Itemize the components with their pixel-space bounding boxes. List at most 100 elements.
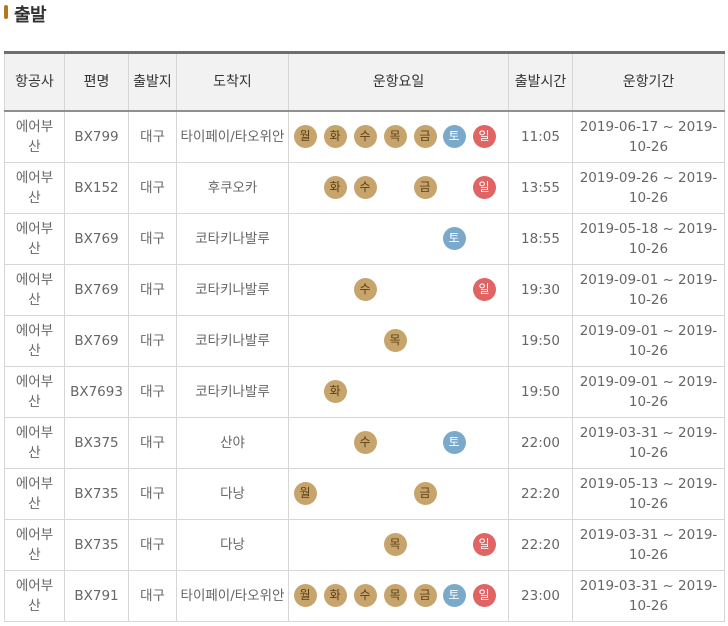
operating-period-cell: 2019-06-17 ~ 2019-10-26: [572, 110, 725, 163]
table-row: 에어부산BX7693대구코타키나발루월화수목금토일19:502019-09-01…: [4, 366, 725, 418]
day-badges: 월화수목금토일: [294, 329, 504, 353]
day-badge: 토: [442, 227, 466, 250]
flight-number-cell: BX375: [64, 417, 129, 469]
table-row: 에어부산BX769대구코타키나발루월화수목금토일18:552019-05-18 …: [4, 213, 725, 265]
flight-number-cell: BX735: [64, 519, 129, 571]
destination-cell: 코타키나발루: [176, 315, 289, 367]
day-badge: 화: [323, 176, 347, 199]
operating-period-cell: 2019-09-01 ~ 2019-10-26: [572, 315, 725, 367]
destination-cell: 코타키나발루: [176, 366, 289, 418]
day-badge: 금: [413, 584, 437, 607]
destination-cell: 후쿠오카: [176, 162, 289, 214]
day-badge: 수: [353, 584, 377, 607]
header-airline: 항공사: [4, 52, 65, 112]
header-departure-time: 출발시간: [508, 52, 573, 112]
day-badge: 월: [293, 125, 317, 148]
table-row: 에어부산BX769대구코타키나발루월화수목금토일19:502019-09-01 …: [4, 315, 725, 367]
destination-cell: 산야: [176, 417, 289, 469]
flight-number-cell: BX791: [64, 570, 129, 622]
flight-number-cell: BX735: [64, 468, 129, 520]
airline-cell: 에어부산: [4, 570, 65, 622]
header-days: 운항요일: [288, 52, 509, 112]
flight-number-cell: BX769: [64, 213, 129, 265]
table-row: 에어부산BX735대구다낭월화수목금토일22:202019-05-13 ~ 20…: [4, 468, 725, 520]
operating-days-cell: 월화수목금토일: [288, 570, 509, 622]
departure-schedule-table: 항공사 편명 출발지 도착지 운항요일 출발시간 운항기간 에어부산 BX799 대…: [4, 51, 725, 622]
destination-cell: 타이페이/타오위안: [176, 570, 289, 622]
airline-cell: 에어부산: [4, 315, 65, 367]
operating-period-cell: 2019-09-01 ~ 2019-10-26: [572, 264, 725, 316]
airline-cell: 에어부산: [4, 468, 65, 520]
operating-days-cell: 월화수목금토일: [288, 519, 509, 571]
departure-time-cell: 19:30: [508, 264, 573, 316]
day-badge: 수: [353, 431, 377, 454]
airline-cell: 에어부산: [4, 264, 65, 316]
airline-cell: 에어부산: [4, 519, 65, 571]
day-badges: 월화수목금토일: [294, 533, 504, 557]
operating-period-cell: 2019-05-13 ~ 2019-10-26: [572, 468, 725, 520]
day-badge: 토: [442, 125, 466, 148]
day-badge: 화: [323, 380, 347, 403]
table-row: 에어부산BX769대구코타키나발루월화수목금토일19:302019-09-01 …: [4, 264, 725, 316]
operating-days-cell: 월화수목금토일: [288, 264, 509, 316]
day-badge: 목: [383, 584, 407, 607]
day-badges: 월화수목금토일: [293, 482, 504, 506]
day-badge: 일: [472, 584, 496, 607]
day-badges: 월화수목금토일: [294, 227, 504, 251]
header-origin: 출발지: [128, 52, 177, 112]
destination-cell: 코타키나발루: [176, 264, 289, 316]
departure-time-cell: 13:55: [508, 162, 573, 214]
operating-period-cell: 2019-03-31 ~ 2019-10-26: [572, 570, 725, 622]
section-header: 출발: [0, 0, 728, 28]
airline-cell: 에어부산: [4, 213, 65, 265]
day-badge: 일: [472, 176, 496, 199]
operating-days-cell: 월화수목금토일: [288, 162, 509, 214]
operating-period-cell: 2019-03-31 ~ 2019-10-26: [572, 417, 725, 469]
flight-number-cell: BX799: [64, 110, 129, 163]
departure-time-cell: 23:00: [508, 570, 573, 622]
section-marker: [4, 5, 8, 19]
header-flight: 편명: [64, 52, 129, 112]
table-row: 에어부산 BX799 대구 타이페이/타오위안 월 화 수 목 금 토 일 11:05 2019-06-…: [4, 110, 725, 163]
origin-cell: 대구: [128, 110, 177, 163]
day-badge: 일: [472, 278, 496, 301]
operating-days-cell: 월화수목금토일: [288, 213, 509, 265]
day-badge: 월: [293, 584, 317, 607]
header-destination: 도착지: [176, 52, 289, 112]
departure-time-cell: 11:05: [508, 110, 573, 163]
departure-time-cell: 22:20: [508, 519, 573, 571]
day-badge: 토: [442, 584, 466, 607]
flight-number-cell: BX769: [64, 264, 129, 316]
table-row: 에어부산 BX791 대구 타이페이/타오위안 월 화 수 목 금 토 일 23:00 2019-03-…: [4, 570, 725, 622]
day-badge: 금: [413, 482, 437, 505]
day-badge: 토: [442, 431, 466, 454]
operating-period-cell: 2019-03-31 ~ 2019-10-26: [572, 519, 725, 571]
departure-time-cell: 18:55: [508, 213, 573, 265]
table-header-row: 항공사 편명 출발지 도착지 운항요일 출발시간 운항기간: [4, 52, 725, 112]
day-badge: 수: [353, 125, 377, 148]
day-badge: 목: [383, 125, 407, 148]
day-badge: 화: [323, 125, 347, 148]
day-badge: 월: [293, 482, 317, 505]
day-badge: 일: [472, 533, 496, 556]
destination-cell: 다낭: [176, 468, 289, 520]
origin-cell: 대구: [128, 366, 177, 418]
operating-days-cell: 월화수목금토일: [288, 110, 509, 163]
operating-period-cell: 2019-05-18 ~ 2019-10-26: [572, 213, 725, 265]
flight-number-cell: BX7693: [64, 366, 129, 418]
departure-time-cell: 22:00: [508, 417, 573, 469]
operating-days-cell: 월화수목금토일: [288, 366, 509, 418]
airline-cell: 에어부산: [4, 417, 65, 469]
destination-cell: 다낭: [176, 519, 289, 571]
header-period: 운항기간: [572, 52, 725, 112]
departure-time-cell: 19:50: [508, 315, 573, 367]
airline-cell: 에어부산: [4, 366, 65, 418]
origin-cell: 대구: [128, 264, 177, 316]
day-badge: 수: [353, 278, 377, 301]
day-badge: 수: [353, 176, 377, 199]
operating-period-cell: 2019-09-26 ~ 2019-10-26: [572, 162, 725, 214]
flight-number-cell: BX769: [64, 315, 129, 367]
flight-number-cell: BX152: [64, 162, 129, 214]
origin-cell: 대구: [128, 315, 177, 367]
day-badge: 화: [323, 584, 347, 607]
